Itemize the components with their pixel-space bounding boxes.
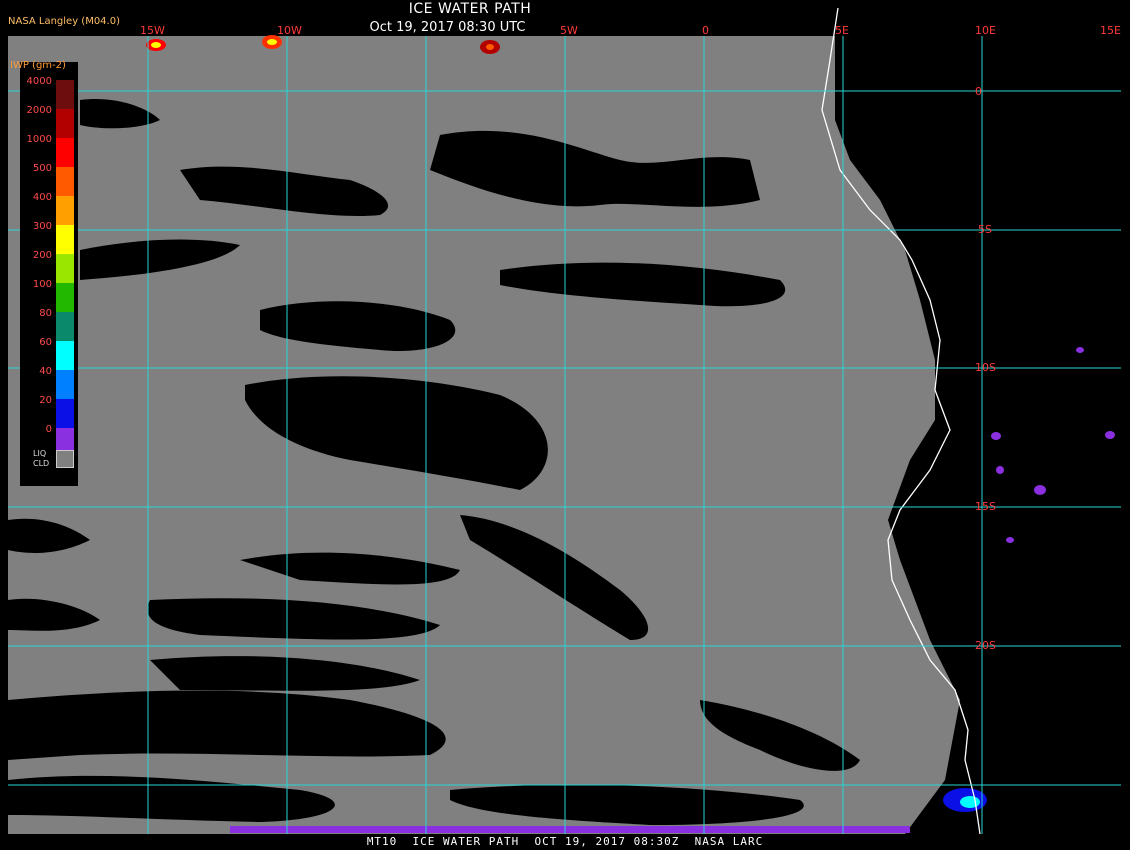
legend-tick: 4000 — [26, 76, 52, 87]
legend-tick: 2000 — [26, 105, 52, 116]
legend-swatch — [56, 225, 74, 254]
legend-tick: 400 — [32, 192, 52, 203]
lat-label-20s: 20S — [975, 639, 996, 652]
lat-label-0: 0 — [975, 85, 982, 98]
legend-tick: 500 — [32, 163, 52, 174]
legend-swatch — [56, 196, 74, 225]
legend-swatch — [56, 138, 74, 167]
legend-tick: 60 — [39, 337, 52, 348]
legend-swatch — [56, 167, 74, 196]
legend-title: IWP (gm-2) — [10, 60, 66, 71]
legend-swatch — [56, 312, 74, 341]
legend-swatch — [56, 80, 74, 109]
legend-tick: 20 — [39, 395, 52, 406]
legend-swatch — [56, 254, 74, 283]
legend-tick: 200 — [32, 250, 52, 261]
legend-tick: 0 — [45, 424, 52, 435]
footer-caption: MT10 ICE WATER PATH OCT 19, 2017 08:30Z … — [366, 835, 764, 848]
lon-label-15e: 15E — [1100, 24, 1121, 37]
liquid-cloud-label-line2: CLD — [33, 459, 50, 468]
legend-tick: 1000 — [26, 134, 52, 145]
map-title: ICE WATER PATH — [408, 1, 532, 17]
lat-label-5s: 5S — [978, 223, 992, 236]
lat-label-15s: 15S — [975, 500, 996, 513]
ice-water-path-map: 15W 10W 5W 0 5E 10E 15E 0 5S 10S 15S 20S — [8, 7, 1121, 835]
legend-swatch — [56, 370, 74, 399]
lon-label-10e: 10E — [975, 24, 996, 37]
legend-swatch — [56, 341, 74, 370]
map-datetime: Oct 19, 2017 08:30 UTC — [369, 20, 526, 35]
legend-swatch — [56, 109, 74, 138]
liquid-cloud-swatch — [56, 450, 74, 468]
liquid-cloud-label-line1: LIQ — [33, 449, 47, 458]
legend-tick: 40 — [39, 366, 52, 377]
legend-tick: 80 — [39, 308, 52, 319]
legend-tick: 300 — [32, 221, 52, 232]
liquid-cloud-label: LIQ CLD — [33, 449, 49, 469]
legend-swatch — [56, 283, 74, 312]
legend-swatch — [56, 399, 74, 428]
lat-label-10s: 10S — [975, 361, 996, 374]
legend-tick: 100 — [32, 279, 52, 290]
